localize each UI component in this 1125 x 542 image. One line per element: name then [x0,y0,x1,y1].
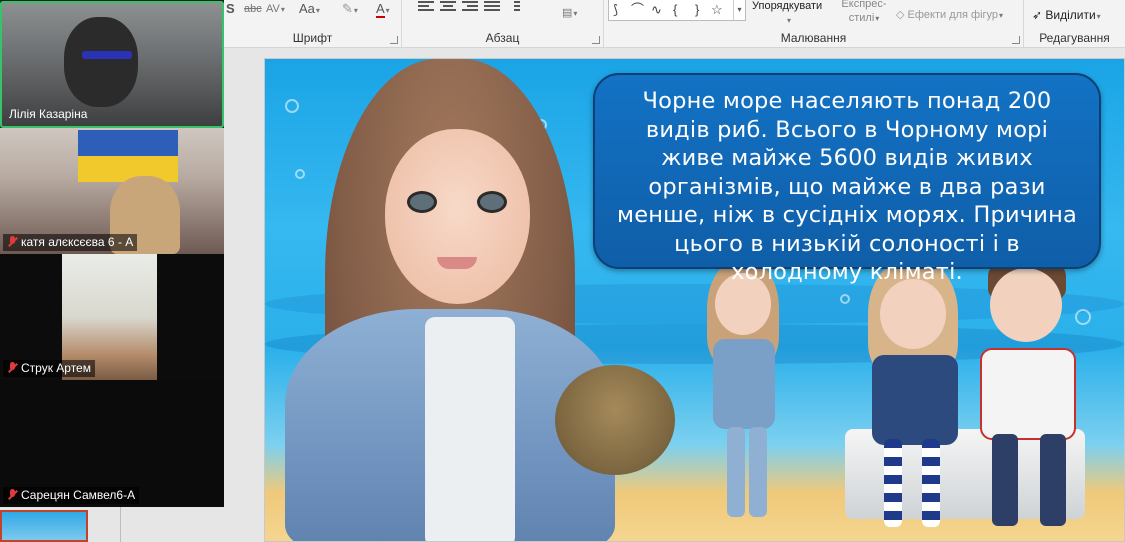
participant-name: Лілія Казаріна [9,107,88,121]
video-call-panel: Лілія Казаріна катя алєксєєва 6 - А Стру… [0,0,224,542]
select-button[interactable]: ➶ Виділити▾ [1032,6,1101,24]
glasses-glare [82,51,132,59]
shape-effects-button[interactable]: ◇ Ефекти для фігур▾ [896,6,1003,24]
quick-styles-button[interactable]: Експрес-стилі▾ [838,0,890,24]
drawing-dialog-launcher[interactable] [1012,36,1020,44]
mic-muted-icon [7,489,17,501]
highlight-icon[interactable]: ✎▾ [342,0,358,18]
convert-smartart-icon[interactable]: ▤▾ [562,4,577,22]
font-color-button[interactable]: A▾ [376,0,390,18]
pane-divider [120,507,121,542]
editing-group-label: Редагування [1039,31,1110,45]
character-spacing-button[interactable]: AV▾ [266,0,285,18]
mic-muted-icon [7,362,17,374]
drawing-group-label: Малювання [780,31,847,45]
font-group-label: Шрифт [292,31,333,45]
app-window: S abc AV▾ Aa▾ ✎▾ A▾ Шрифт ▤▾ Абзац ⟆ ⌒ ∿… [0,0,1125,542]
align-left-icon[interactable] [418,1,434,13]
slide-thumbnail[interactable] [0,510,88,542]
font-group: S abc AV▾ Aa▾ ✎▾ A▾ Шрифт [224,0,402,48]
participant-name: Струк Артем [3,360,95,377]
girl-shirt-illustration [425,317,515,541]
mouth-illustration [437,257,477,269]
bubble-decoration [840,294,850,304]
paragraph-dialog-launcher[interactable] [592,36,600,44]
slide-editing-area: Чорне море населяють понад 200 видів риб… [224,48,1125,542]
standing-girl-illustration [705,259,785,539]
slide-text-box[interactable]: Чорне море населяють понад 200 видів риб… [593,73,1101,285]
participant-tile[interactable]: Струк Артем [0,254,224,380]
slide-thumbnail-pane [0,507,224,542]
arrange-dropdown-icon: ▾ [787,16,792,25]
sitting-girl-illustration [860,259,970,539]
bubble-decoration [285,99,299,113]
drawing-group: Упорядкувати ▾ Експрес-стилі▾ ◇ Ефекти д… [604,0,1024,48]
justify-icon[interactable] [484,1,500,13]
eye-illustration [477,191,507,213]
participant-video [64,17,138,107]
participant-name: Сарецян Самвел6-А [3,487,140,504]
font-dialog-launcher[interactable] [390,36,398,44]
slide-text[interactable]: Чорне море населяють понад 200 видів риб… [613,87,1081,287]
girl-face-illustration [385,129,530,304]
strikethrough-icon[interactable]: S [226,0,235,18]
sitting-boy-illustration [970,254,1090,539]
participant-tile[interactable]: Сарецян Самвел6-А [0,380,224,507]
change-case-button[interactable]: Aa▾ [299,0,320,18]
participant-tile[interactable]: Лілія Казаріна [0,1,224,128]
editing-group: ➶ Виділити▾ Редагування [1024,0,1125,48]
align-right-icon[interactable] [462,1,478,13]
slide-canvas[interactable]: Чорне море населяють понад 200 видів риб… [264,58,1125,542]
participant-name: катя алєксєєва 6 - А [3,234,138,251]
align-center-icon[interactable] [440,1,456,13]
paragraph-group-label: Абзац [485,31,520,45]
flag-blue-stripe [78,130,178,156]
strikethrough-button[interactable]: abc [244,0,262,18]
eye-illustration [407,191,437,213]
columns-icon[interactable] [514,1,530,13]
turtle-illustration [555,365,675,475]
participant-tile[interactable]: катя алєксєєва 6 - А [0,128,224,254]
mic-muted-icon [7,236,17,248]
paragraph-group: ▤▾ Абзац [402,0,604,48]
ribbon: S abc AV▾ Aa▾ ✎▾ A▾ Шрифт ▤▾ Абзац ⟆ ⌒ ∿… [224,0,1125,48]
bubble-decoration [295,169,305,179]
